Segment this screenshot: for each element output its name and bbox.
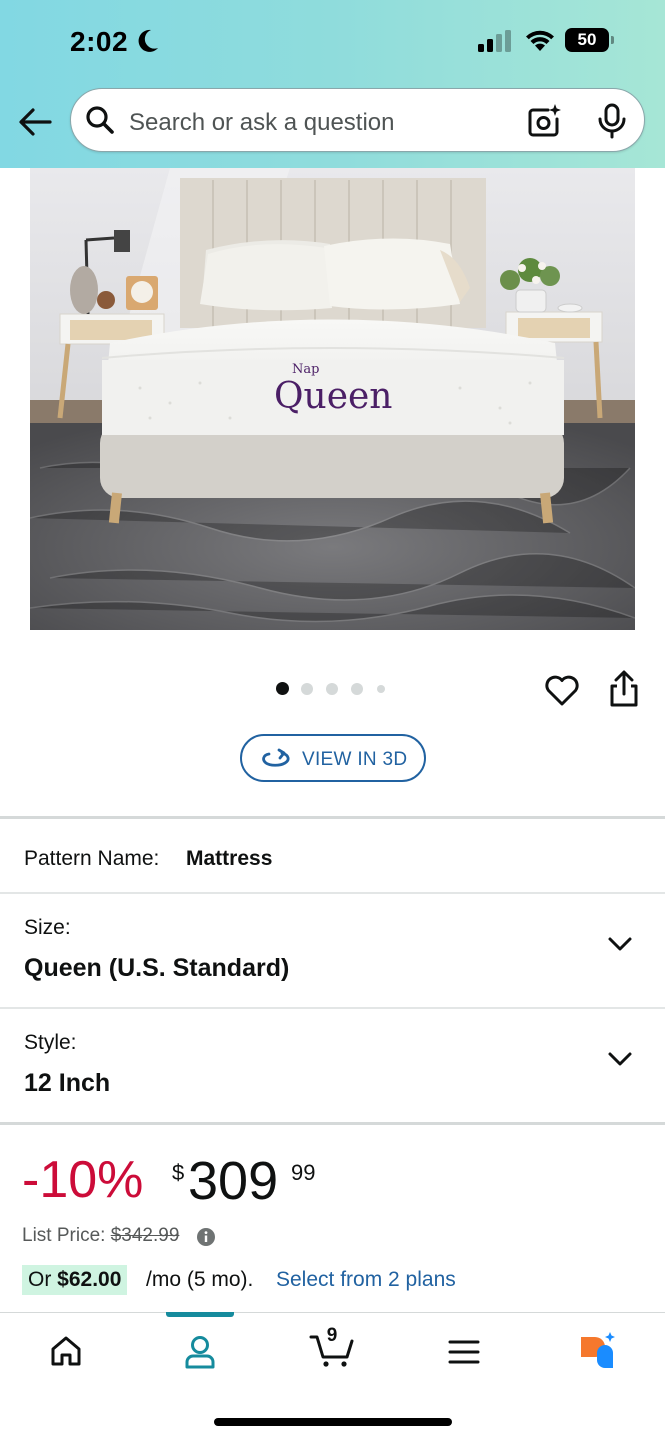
list-price-value: $342.99 xyxy=(110,1225,180,1246)
info-icon[interactable] xyxy=(196,1227,216,1247)
status-bar: 2:02 50 xyxy=(0,0,665,80)
list-price: List Price: $342.99 xyxy=(22,1225,179,1247)
tab-account[interactable] xyxy=(140,1313,260,1389)
view-in-3d-label: VIEW IN 3D xyxy=(302,749,408,770)
size-selector[interactable]: Size: Queen (U.S. Standard) xyxy=(0,894,665,1006)
price-currency-symbol: $ xyxy=(172,1160,185,1185)
image-brand-small-text: Nap xyxy=(292,362,319,377)
carousel-dot-active[interactable] xyxy=(276,682,289,695)
chevron-down-icon xyxy=(608,1052,632,1066)
search-icon xyxy=(86,106,114,134)
status-time: 2:02 xyxy=(70,26,129,57)
installment-highlight: Or $62.00 xyxy=(22,1265,128,1295)
share-icon[interactable] xyxy=(607,670,641,708)
carousel-dot[interactable] xyxy=(351,683,363,695)
person-icon xyxy=(185,1336,215,1369)
price-whole: 309 xyxy=(188,1151,279,1211)
image-brand-large-text: Queen xyxy=(274,376,393,417)
product-image[interactable]: Nap Queen xyxy=(30,168,635,630)
installment-term: /mo (5 mo). xyxy=(146,1268,254,1291)
tab-menu[interactable] xyxy=(404,1313,524,1389)
carousel-dot[interactable] xyxy=(377,685,385,693)
image-carousel-dots[interactable] xyxy=(276,682,396,696)
style-value: 12 Inch xyxy=(24,1069,111,1097)
tab-home[interactable] xyxy=(6,1313,126,1389)
pattern-name-row: Pattern Name: Mattress xyxy=(0,820,665,892)
carousel-dot[interactable] xyxy=(301,683,313,695)
moon-icon xyxy=(138,29,158,52)
section-divider xyxy=(0,816,665,819)
home-icon xyxy=(51,1336,81,1366)
tab-cart[interactable]: 9 xyxy=(272,1313,392,1389)
battery-indicator: 50 xyxy=(565,28,615,52)
installment-amount: $62.00 xyxy=(57,1268,122,1291)
wifi-icon xyxy=(526,30,554,51)
discount-percentage: -10% xyxy=(22,1151,144,1209)
heart-icon[interactable] xyxy=(543,672,581,708)
installment-prefix: Or xyxy=(28,1268,52,1291)
size-value: Queen (U.S. Standard) xyxy=(24,954,290,982)
cart-count-badge: 9 xyxy=(326,1325,338,1346)
menu-icon xyxy=(448,1340,480,1364)
top-header: 2:02 50 Search or ask a question xyxy=(0,0,665,168)
pattern-name-label: Pattern Name: xyxy=(24,847,160,870)
battery-level: 50 xyxy=(577,30,597,49)
select-plans-link[interactable]: Select from 2 plans xyxy=(276,1268,456,1292)
rotate-3d-icon xyxy=(262,748,290,767)
size-label: Size: xyxy=(24,916,71,939)
pattern-name-value: Mattress xyxy=(186,847,273,870)
active-tab-indicator xyxy=(166,1312,234,1317)
carousel-dot[interactable] xyxy=(326,683,338,695)
view-in-3d-button[interactable]: VIEW IN 3D xyxy=(240,734,426,782)
search-input[interactable]: Search or ask a question xyxy=(70,88,645,152)
camera-search-icon[interactable] xyxy=(526,103,562,139)
back-arrow-icon[interactable] xyxy=(16,102,56,142)
home-indicator[interactable] xyxy=(214,1418,452,1426)
rufus-assistant-icon xyxy=(581,1332,615,1368)
price-fraction: 99 xyxy=(291,1160,316,1185)
search-placeholder: Search or ask a question xyxy=(129,109,395,136)
cellular-signal-icon xyxy=(478,30,511,52)
style-label: Style: xyxy=(24,1031,77,1054)
list-price-label: List Price: xyxy=(22,1225,106,1246)
chevron-down-icon xyxy=(608,937,632,951)
microphone-icon[interactable] xyxy=(595,103,629,139)
style-selector[interactable]: Style: 12 Inch xyxy=(0,1009,665,1121)
tab-rufus-assistant[interactable] xyxy=(536,1313,656,1389)
section-divider xyxy=(0,1122,665,1125)
